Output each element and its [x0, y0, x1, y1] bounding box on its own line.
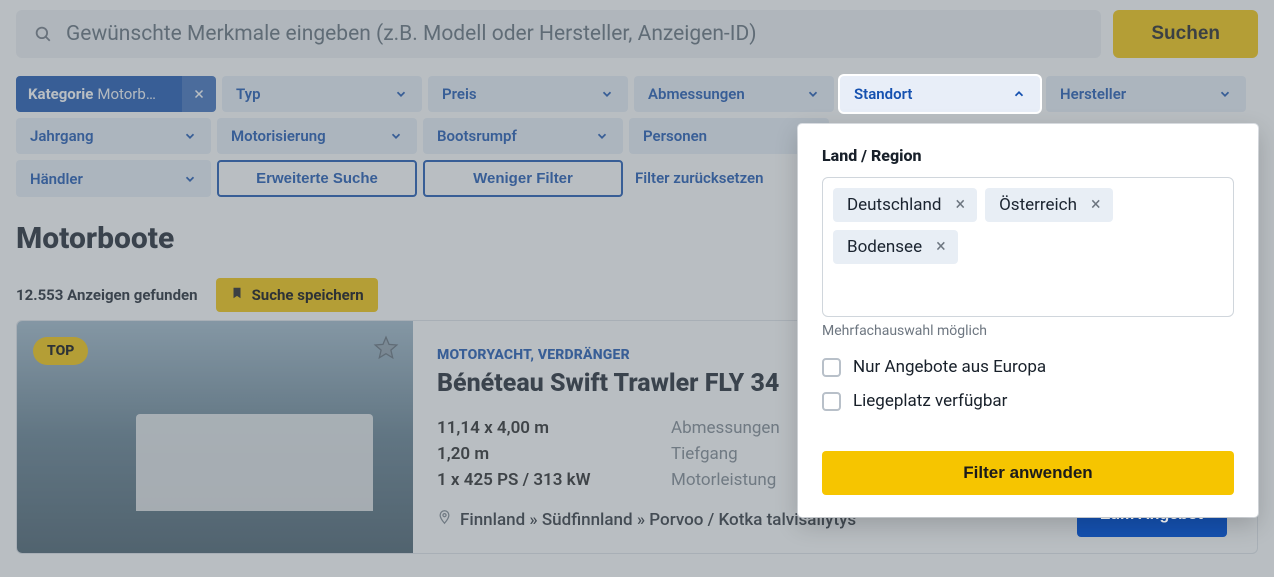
filter-year[interactable]: Jahrgang	[16, 118, 211, 154]
region-tag-input[interactable]: Deutschland× Österreich× Bodensee×	[822, 177, 1234, 317]
location-filter-popup: Land / Region Deutschland× Österreich× B…	[798, 124, 1258, 517]
filter-dealer[interactable]: Händler	[16, 160, 211, 197]
chevron-down-icon	[183, 172, 197, 186]
filter-hull[interactable]: Bootsrumpf	[423, 118, 623, 154]
favorite-icon[interactable]	[373, 335, 399, 365]
checkbox-icon	[822, 392, 841, 411]
spec-draft-value: 1,20 m	[437, 444, 607, 464]
listing-thumbnail[interactable]: TOP	[17, 321, 413, 553]
filter-type[interactable]: Typ	[222, 76, 422, 112]
filter-engine[interactable]: Motorisierung	[217, 118, 417, 154]
spec-dimensions-value: 11,14 x 4,00 m	[437, 418, 607, 438]
chevron-down-icon	[183, 129, 197, 143]
spec-power-value: 1 x 425 PS / 313 kW	[437, 470, 607, 490]
remove-tag-icon[interactable]: ×	[952, 196, 970, 214]
results-count: 12.553 Anzeigen gefunden	[16, 286, 198, 304]
chevron-down-icon	[1218, 87, 1232, 101]
chevron-down-icon	[600, 87, 614, 101]
region-tag: Bodensee×	[833, 230, 958, 264]
chevron-down-icon	[389, 129, 403, 143]
spec-draft-label: Tiefgang	[671, 444, 738, 464]
remove-tag-icon[interactable]: ×	[932, 238, 950, 256]
remove-category-icon[interactable]	[182, 76, 216, 112]
filter-price[interactable]: Preis	[428, 76, 628, 112]
chevron-down-icon	[806, 87, 820, 101]
search-button[interactable]: Suchen	[1113, 10, 1258, 58]
reset-filters-link[interactable]: Filter zurücksetzen	[629, 160, 770, 197]
popup-heading: Land / Region	[822, 146, 1234, 165]
filter-location[interactable]: Standort	[840, 76, 1040, 112]
chevron-down-icon	[595, 129, 609, 143]
apply-filter-button[interactable]: Filter anwenden	[822, 451, 1234, 495]
filter-manufacturer[interactable]: Hersteller	[1046, 76, 1246, 112]
pin-icon	[437, 508, 452, 531]
region-tag: Österreich×	[985, 188, 1112, 222]
top-badge: TOP	[33, 337, 88, 365]
spec-power-label: Motorleistung	[671, 470, 776, 490]
europe-only-checkbox[interactable]: Nur Angebote aus Europa	[822, 357, 1234, 377]
filter-category-label: Kategorie	[28, 85, 93, 103]
less-filters-button[interactable]: Weniger Filter	[423, 160, 623, 197]
multiselect-hint: Mehrfachauswahl möglich	[822, 323, 1234, 339]
berth-available-checkbox[interactable]: Liegeplatz verfügbar	[822, 391, 1234, 411]
search-input-container[interactable]: Gewünschte Merkmale eingeben (z.B. Model…	[16, 10, 1101, 58]
spec-dimensions-label: Abmessungen	[671, 418, 780, 438]
save-search-button[interactable]: Suche speichern	[216, 278, 378, 312]
filter-category[interactable]: Kategorie Motorb…	[16, 76, 216, 112]
advanced-search-button[interactable]: Erweiterte Suche	[217, 160, 417, 197]
chevron-down-icon	[394, 87, 408, 101]
filter-dimensions[interactable]: Abmessungen	[634, 76, 834, 112]
filter-category-value: Motorb…	[97, 85, 156, 103]
search-placeholder: Gewünschte Merkmale eingeben (z.B. Model…	[66, 22, 757, 46]
search-icon	[34, 25, 52, 43]
bookmark-icon	[230, 285, 244, 305]
region-tag: Deutschland×	[833, 188, 977, 222]
checkbox-icon	[822, 358, 841, 377]
chevron-up-icon	[1012, 87, 1026, 101]
listing-location: Finnland » Südfinnland » Porvoo / Kotka …	[460, 510, 856, 530]
remove-tag-icon[interactable]: ×	[1087, 196, 1105, 214]
